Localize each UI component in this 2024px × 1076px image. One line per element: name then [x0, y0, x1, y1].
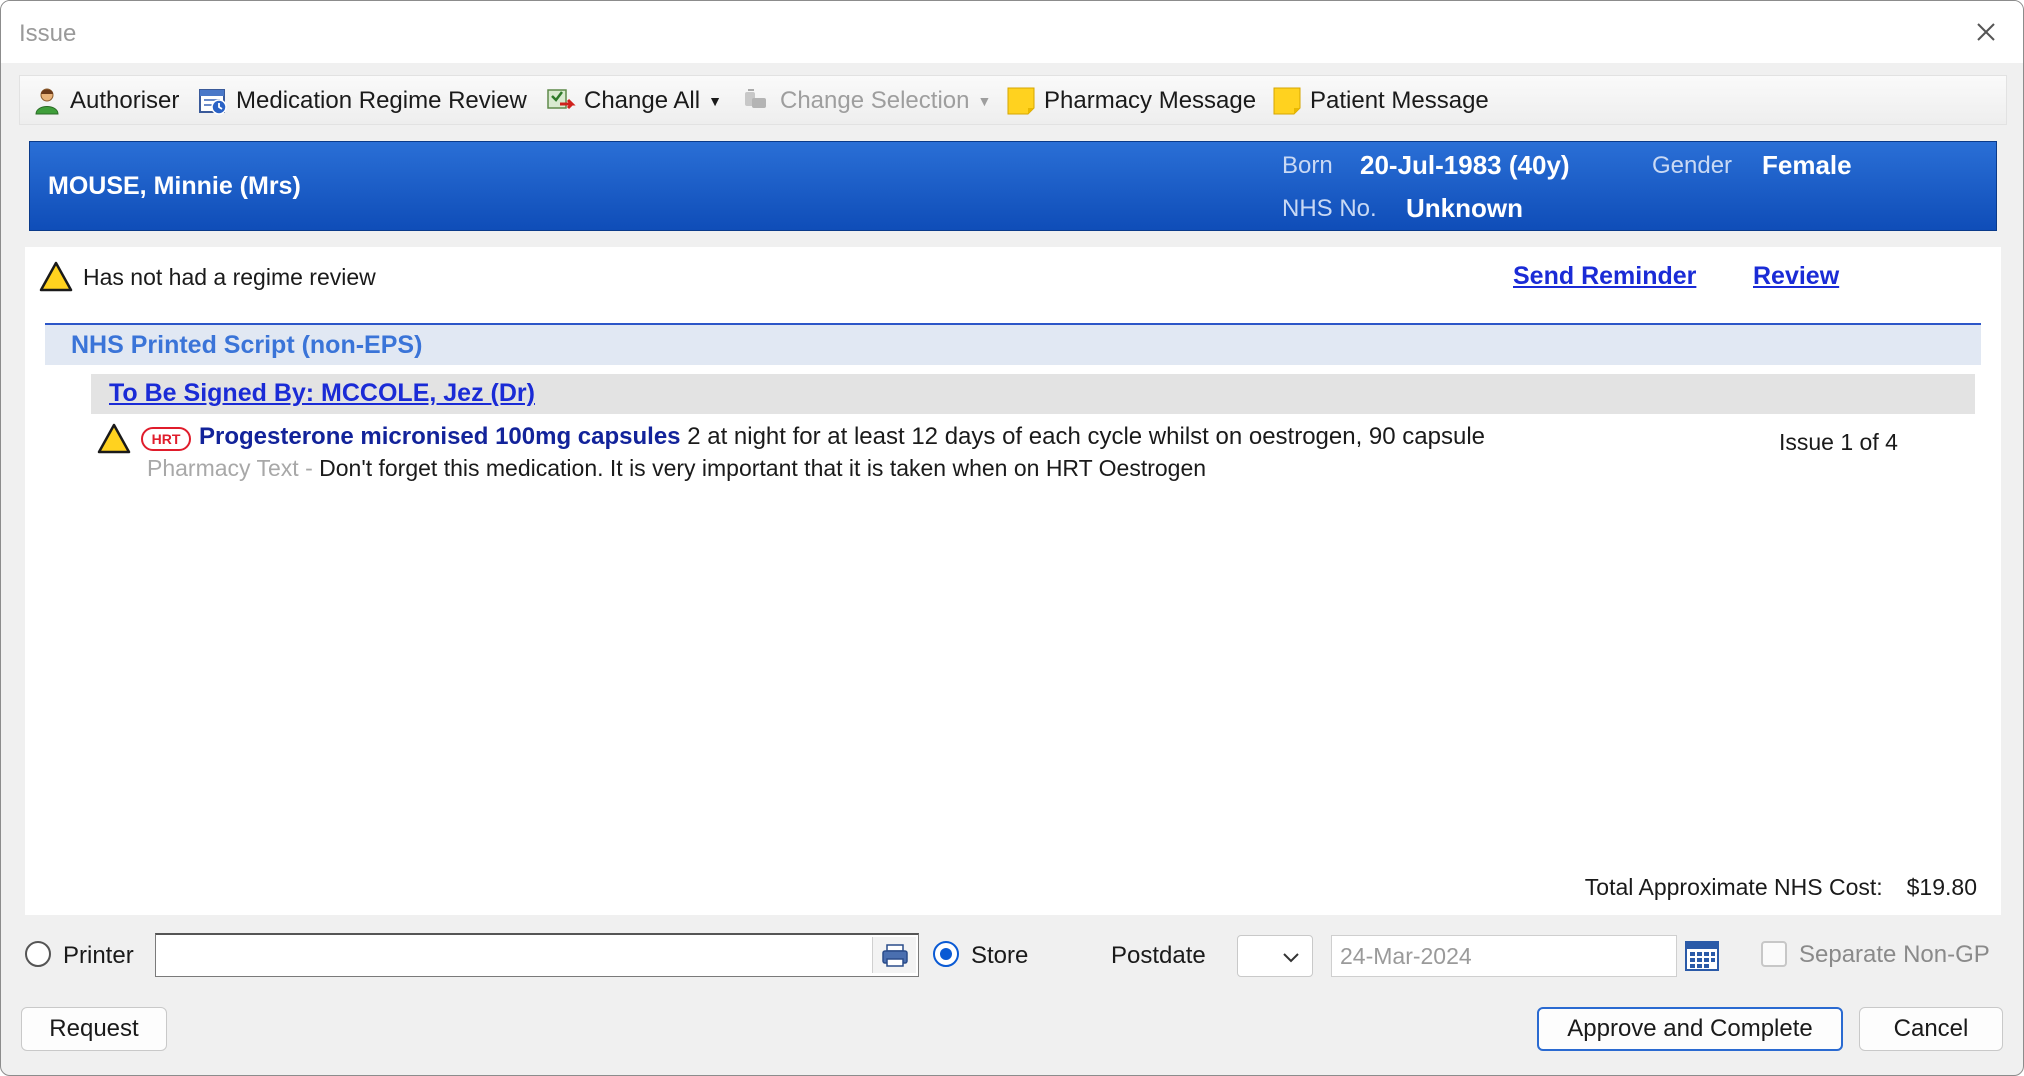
chevron-down-icon: [1283, 953, 1299, 963]
pharmacy-text-line: Pharmacy Text - Don't forget this medica…: [147, 455, 1206, 482]
pharmacy-message-label: Pharmacy Message: [1044, 87, 1257, 114]
change-all-icon: [547, 89, 576, 110]
postdate-select[interactable]: [1237, 935, 1313, 977]
authoriser-label: Authoriser: [70, 87, 180, 114]
nhs-value: Unknown: [1406, 193, 1523, 223]
review-link[interactable]: Review: [1753, 262, 1839, 291]
review-warning-text: Has not had a regime review: [83, 264, 376, 290]
born-value: 20-Jul-1983 (40y): [1360, 150, 1570, 180]
medication-name: Progesterone micronised 100mg capsules: [199, 423, 681, 450]
patient-message-icon: [1273, 87, 1301, 115]
printer-radio[interactable]: [25, 941, 51, 967]
printer-icon: [882, 944, 908, 967]
toolbar: Authoriser Medication Regime Review Chan…: [19, 75, 2007, 125]
send-reminder-link[interactable]: Send Reminder: [1513, 262, 1696, 291]
pharmacy-message-icon: [1007, 87, 1035, 115]
patient-message-label: Patient Message: [1310, 87, 1489, 114]
change-all-label: Change All: [584, 87, 701, 114]
issue-dialog: Issue Authoriser Medication Regime Revie…: [0, 0, 2024, 1076]
gender-label: Gender: [1652, 152, 1733, 179]
hrt-badge: HRT: [141, 427, 191, 451]
medication-review-label: Medication Regime Review: [236, 87, 527, 114]
signed-by-link[interactable]: To Be Signed By: MCCOLE, Jez (Dr): [109, 379, 535, 408]
pharmacy-text: Don't forget this medication. It is very…: [319, 455, 1207, 481]
footer: Printer Store Postdate 24-Mar-2024 Separ…: [1, 921, 2023, 1075]
request-button[interactable]: Request: [21, 1007, 167, 1051]
warning-icon: [39, 261, 73, 292]
pharmacy-text-label: Pharmacy Text -: [147, 455, 313, 481]
chevron-down-icon[interactable]: ▼: [708, 93, 722, 109]
nhs-label: NHS No.: [1282, 195, 1377, 222]
store-radio[interactable]: [933, 941, 959, 967]
script-type-title: NHS Printed Script (non-EPS): [71, 331, 423, 359]
born-label: Born: [1282, 152, 1333, 179]
calendar-icon[interactable]: [1683, 937, 1721, 973]
printer-label: Printer: [63, 942, 134, 969]
store-label: Store: [971, 942, 1029, 969]
signed-by-row: To Be Signed By: MCCOLE, Jez (Dr): [91, 374, 1975, 414]
total-cost-value: $19.80: [1906, 874, 1977, 900]
medication-row[interactable]: HRT Progesterone micronised 100mg capsul…: [25, 421, 2001, 491]
gender-value: Female: [1762, 150, 1852, 180]
chevron-down-icon[interactable]: ▼: [977, 93, 991, 109]
patient-message-button[interactable]: Patient Message: [1272, 76, 1489, 126]
change-all-button[interactable]: Change All ▼: [546, 76, 722, 126]
change-selection-button[interactable]: Change Selection ▼: [742, 76, 991, 126]
total-cost-label: Total Approximate NHS Cost:: [1584, 874, 1883, 900]
cancel-button[interactable]: Cancel: [1859, 1007, 2003, 1051]
total-cost: Total Approximate NHS Cost: $19.80: [1585, 874, 1977, 901]
approve-and-complete-button[interactable]: Approve and Complete: [1537, 1007, 1843, 1051]
printer-select-button[interactable]: [872, 937, 916, 973]
separate-non-gp-checkbox[interactable]: [1761, 941, 1787, 967]
warning-icon: [97, 423, 131, 454]
title-bar: Issue: [1, 1, 2023, 63]
script-type-header: NHS Printed Script (non-EPS): [45, 325, 1981, 365]
change-selection-label: Change Selection: [780, 87, 970, 114]
medication-review-icon: [199, 89, 227, 115]
script-panel: Has not had a regime review Send Reminde…: [25, 247, 2001, 915]
window-title: Issue: [19, 20, 77, 47]
postdate-label: Postdate: [1111, 942, 1206, 969]
patient-banner: MOUSE, Minnie (Mrs) Born 20-Jul-1983 (40…: [29, 141, 1997, 231]
pharmacy-message-button[interactable]: Pharmacy Message: [1006, 76, 1256, 126]
change-selection-icon: [745, 89, 766, 108]
authoriser-icon: [35, 88, 59, 115]
issue-count: Issue 1 of 4: [1779, 429, 1898, 455]
close-icon[interactable]: [1969, 15, 2003, 49]
medication-review-button[interactable]: Medication Regime Review: [198, 76, 527, 126]
authoriser-button[interactable]: Authoriser: [32, 76, 179, 126]
separate-non-gp-label: Separate Non-GP: [1799, 941, 1990, 968]
printer-field[interactable]: [155, 933, 919, 977]
medication-dosage: 2 at night for at least 12 days of each …: [687, 423, 1486, 450]
medication-line: Progesterone micronised 100mg capsules 2…: [199, 423, 1485, 451]
postdate-date-field[interactable]: 24-Mar-2024: [1331, 935, 1677, 977]
patient-name: MOUSE, Minnie (Mrs): [48, 172, 301, 200]
